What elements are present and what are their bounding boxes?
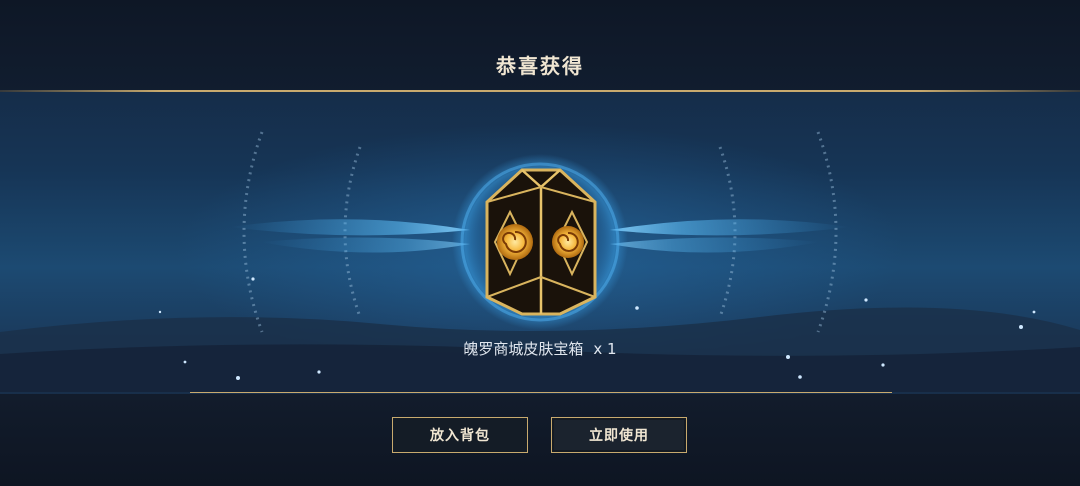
use-now-button[interactable]: 立即使用 — [551, 417, 687, 453]
put-in-bag-button[interactable]: 放入背包 — [392, 417, 528, 453]
page-title: 恭喜获得 — [496, 54, 584, 78]
reward-quantity: x 1 — [593, 340, 617, 358]
footer-band — [0, 394, 1080, 486]
skin-chest-icon — [485, 168, 597, 316]
reward-label: 魄罗商城皮肤宝箱 x 1 — [0, 338, 1080, 359]
reward-name: 魄罗商城皮肤宝箱 — [463, 340, 584, 358]
